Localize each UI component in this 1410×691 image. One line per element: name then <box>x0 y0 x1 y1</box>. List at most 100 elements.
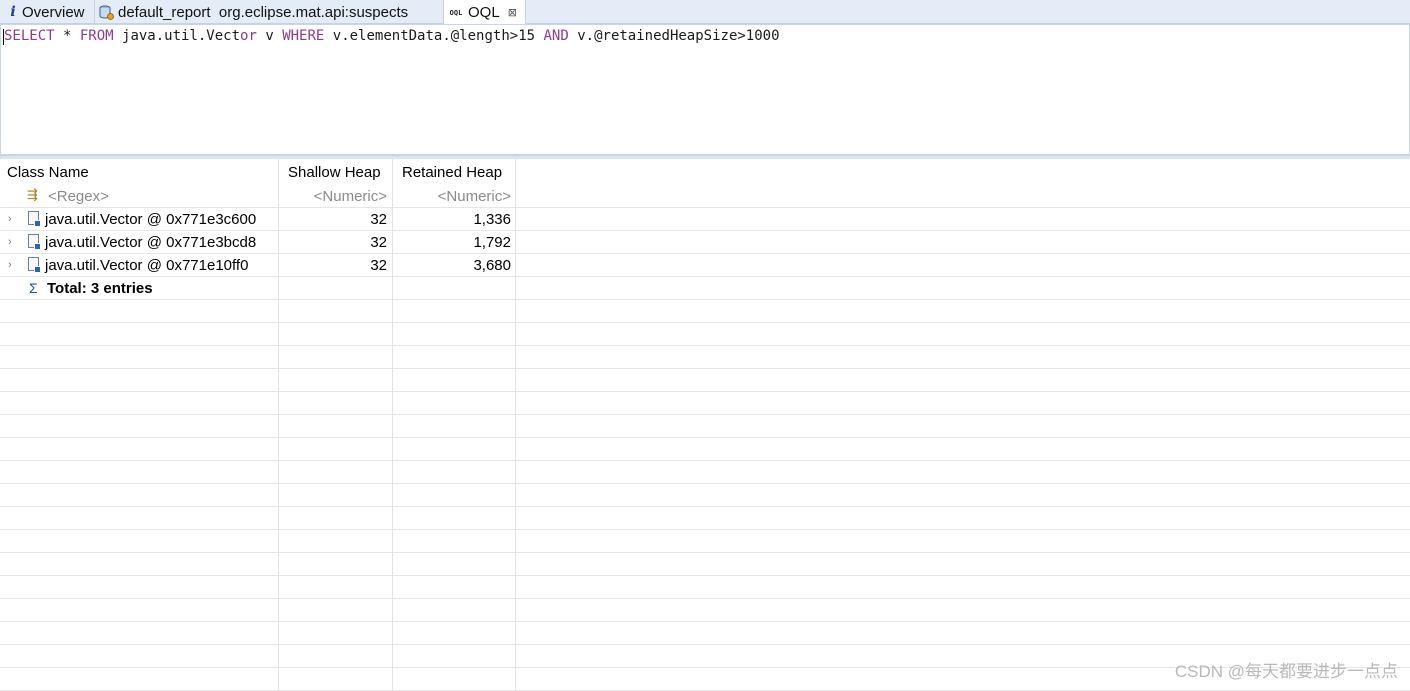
empty-cell <box>0 507 279 529</box>
empty-grid-row <box>0 323 1410 346</box>
filter-icon: ⇶ <box>27 187 38 202</box>
empty-cell <box>393 599 516 621</box>
column-header-retained-heap[interactable]: Retained Heap <box>393 159 516 185</box>
tab-overview-label: Overview <box>22 3 85 21</box>
empty-cell <box>393 346 516 368</box>
empty-cell <box>0 668 279 690</box>
empty-cell <box>279 553 393 575</box>
retained-heap-value: 1,336 <box>393 208 516 230</box>
empty-cell <box>279 576 393 598</box>
class-name-cell: › java.util.Vector @ 0x771e3c600 <box>0 208 279 230</box>
empty-grid-row <box>0 300 1410 323</box>
empty-cell <box>393 415 516 437</box>
shallow-heap-filter-input[interactable]: <Numeric> <box>279 185 393 207</box>
empty-cell <box>279 461 393 483</box>
oql-keyword: SELECT <box>4 28 55 44</box>
regex-filter-input[interactable]: <Regex> <box>48 188 109 205</box>
empty-grid-row <box>0 461 1410 484</box>
empty-cell <box>279 599 393 621</box>
class-name-filter-cell[interactable]: ⇶ <Regex> <box>0 185 279 207</box>
info-icon: i <box>10 4 16 20</box>
close-tab-icon[interactable]: ⊠ <box>508 6 517 19</box>
oql-token: v.elementData.@length>15 <box>324 28 544 44</box>
empty-cell <box>393 507 516 529</box>
column-header-class-name[interactable]: Class Name <box>0 159 279 185</box>
object-icon <box>28 211 41 227</box>
empty-cell <box>393 438 516 460</box>
expand-chevron-icon[interactable]: › <box>8 213 16 225</box>
oql-query-editor[interactable]: SELECT * FROM java.util.Vector v WHERE v… <box>0 24 1410 155</box>
empty-grid-row <box>0 507 1410 530</box>
empty-cell <box>393 622 516 644</box>
table-header: Class Name Shallow Heap Retained Heap <box>0 159 1410 185</box>
empty-cell <box>279 277 393 299</box>
retained-heap-value: 3,680 <box>393 254 516 276</box>
empty-cell <box>279 507 393 529</box>
object-icon <box>28 257 41 273</box>
empty-cell <box>0 323 279 345</box>
empty-cell <box>393 530 516 552</box>
empty-cell <box>279 438 393 460</box>
total-entries: Total: 3 entries <box>47 279 153 297</box>
empty-grid-row <box>0 530 1410 553</box>
retained-heap-value: 1,792 <box>393 231 516 253</box>
tab-oql[interactable]: OQL OQL ⊠ <box>444 0 526 25</box>
empty-cell <box>0 553 279 575</box>
shallow-heap-value: 32 <box>279 208 393 230</box>
empty-cell <box>0 369 279 391</box>
object-name: java.util.Vector @ 0x771e3bcd8 <box>45 233 257 251</box>
table-row[interactable]: › java.util.Vector @ 0x771e3c600 32 1,33… <box>0 208 1410 231</box>
expand-chevron-icon[interactable]: › <box>8 259 16 271</box>
editor-tab-bar: i Overview default_report org.eclipse.ma… <box>0 0 1410 25</box>
oql-token: v.@retainedHeapSize>1000 <box>568 28 780 44</box>
oql-token: java.util.Vect <box>113 28 241 44</box>
empty-cell <box>393 461 516 483</box>
empty-grid-row <box>0 622 1410 645</box>
table-row[interactable]: › java.util.Vector @ 0x771e3bcd8 32 1,79… <box>0 231 1410 254</box>
sigma-icon: Σ <box>29 280 38 296</box>
empty-grid-row <box>0 576 1410 599</box>
empty-cell <box>393 277 516 299</box>
empty-cell <box>0 438 279 460</box>
empty-cell <box>393 645 516 667</box>
empty-cell <box>279 323 393 345</box>
column-header-shallow-heap[interactable]: Shallow Heap <box>279 159 393 185</box>
total-row: Σ Total: 3 entries <box>0 277 1410 300</box>
empty-cell <box>279 369 393 391</box>
expand-chevron-icon[interactable]: › <box>8 236 16 248</box>
database-report-icon <box>99 5 114 20</box>
empty-cell <box>0 599 279 621</box>
filter-row: ⇶ <Regex> <Numeric> <Numeric> <box>0 185 1410 208</box>
retained-heap-filter-input[interactable]: <Numeric> <box>393 185 516 207</box>
oql-keyword: AND <box>543 28 569 44</box>
class-name-cell: › java.util.Vector @ 0x771e3bcd8 <box>0 231 279 253</box>
empty-cell <box>279 645 393 667</box>
empty-cell <box>393 369 516 391</box>
empty-grid-row <box>0 553 1410 576</box>
empty-cell <box>393 323 516 345</box>
empty-cell <box>0 576 279 598</box>
tab-overview[interactable]: i Overview <box>0 0 95 24</box>
tab-oql-label: OQL <box>468 4 500 21</box>
empty-cell <box>0 392 279 414</box>
empty-cell <box>279 668 393 690</box>
table-row[interactable]: › java.util.Vector @ 0x771e10ff0 32 3,68… <box>0 254 1410 277</box>
oql-token: * <box>54 28 80 44</box>
shallow-heap-value: 32 <box>279 254 393 276</box>
object-name: java.util.Vector @ 0x771e10ff0 <box>45 256 249 274</box>
empty-cell <box>279 484 393 506</box>
empty-cell <box>279 346 393 368</box>
empty-cell <box>0 622 279 644</box>
oql-query-text[interactable]: SELECT * FROM java.util.Vector v WHERE v… <box>4 28 780 44</box>
oql-token: v <box>256 28 283 44</box>
empty-cell <box>393 668 516 690</box>
tab-default-report-label: default_report org.eclipse.mat.api:suspe… <box>118 3 409 21</box>
empty-cell <box>0 645 279 667</box>
empty-cell <box>0 415 279 437</box>
tab-default-report[interactable]: default_report org.eclipse.mat.api:suspe… <box>95 0 444 24</box>
empty-grid-row <box>0 369 1410 392</box>
empty-grid-row <box>0 599 1410 622</box>
oql-icon: OQL <box>449 8 463 17</box>
empty-cell <box>279 622 393 644</box>
oql-keyword: or <box>240 28 257 44</box>
